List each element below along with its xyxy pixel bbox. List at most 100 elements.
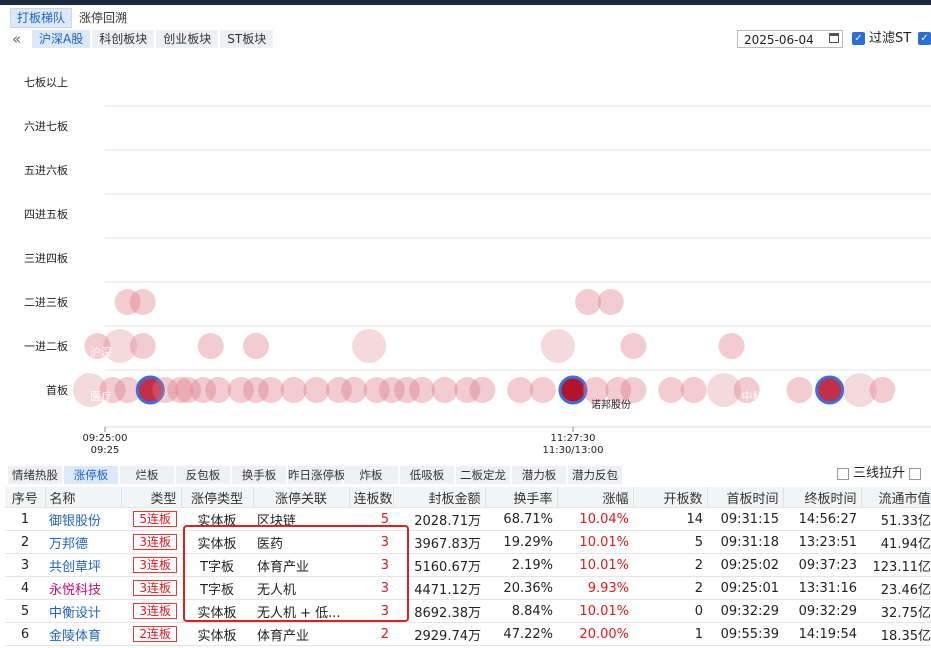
bubble-text: 色 bbox=[394, 353, 405, 367]
tab-yesterday[interactable]: 昨日涨停板 bbox=[288, 466, 346, 484]
bubble-text: 财 bbox=[753, 404, 764, 418]
calendar-icon[interactable] bbox=[829, 33, 839, 43]
row-board-count: 3 bbox=[349, 530, 393, 554]
row-change: 10.04% bbox=[557, 507, 633, 531]
row-relation: 体育产业 bbox=[253, 553, 349, 577]
date-input[interactable]: 2025-06-04 bbox=[737, 30, 843, 48]
bubble-text: 医疗 bbox=[90, 389, 112, 403]
row-first-time: 09:31:18 bbox=[707, 530, 783, 554]
three-line-checkbox[interactable] bbox=[837, 468, 849, 480]
top-strip bbox=[0, 0, 931, 5]
row-turnover: 19.29% bbox=[485, 530, 557, 554]
data-bubble bbox=[129, 333, 156, 359]
table-row[interactable]: 1 御银股份 5连板 实体板 区块链 5 2028.71万 68.71% 10.04% 14 09:… bbox=[5, 507, 931, 531]
board-badge: 3连板 bbox=[133, 603, 177, 619]
row-type: 3连板 bbox=[121, 576, 181, 600]
tab-gem[interactable]: 创业板块 bbox=[156, 30, 219, 48]
table-row[interactable]: 3 共创草坪 3连板 T字板 体育产业 3 5160.67万 2.19% 10.01% 2 09:2… bbox=[5, 553, 931, 577]
y-tick-label: 首板 bbox=[46, 383, 68, 397]
tab-reverse[interactable]: 反包板 bbox=[176, 466, 230, 484]
col-board-count-label: 连板数 bbox=[353, 491, 393, 507]
bubble-text: 沪深 bbox=[90, 345, 112, 359]
tab-hs-a[interactable]: 沪深A股 bbox=[32, 30, 91, 48]
data-bubble bbox=[597, 289, 624, 315]
tab-second-board[interactable]: 二板定龙 bbox=[456, 466, 510, 484]
row-name[interactable]: 万邦德 bbox=[45, 530, 121, 554]
col-last-time[interactable]: 终板时间 bbox=[783, 487, 862, 508]
col-amount[interactable]: 封板金额 bbox=[393, 487, 486, 508]
row-first-time: 09:32:29 bbox=[707, 599, 783, 623]
tab-low-buy[interactable]: 低吸板 bbox=[400, 466, 454, 484]
tab-st[interactable]: ST板块 bbox=[220, 30, 274, 48]
data-bubble-highlight bbox=[815, 375, 845, 405]
filter-st-checkbox[interactable]: ✓ bbox=[852, 32, 865, 45]
extra-checkbox-2[interactable] bbox=[909, 468, 921, 480]
extra-checkbox[interactable]: ✓ bbox=[918, 32, 931, 45]
tab-limit-up[interactable]: 涨停板 bbox=[64, 466, 118, 484]
row-float-cap: 18.35亿 bbox=[861, 622, 931, 646]
row-turnover: 68.71% bbox=[485, 507, 557, 531]
col-first-time[interactable]: 首板时间 bbox=[707, 487, 784, 508]
x-tick-label: 09:25 bbox=[91, 445, 120, 456]
row-turnover: 8.84% bbox=[485, 599, 557, 623]
col-relation[interactable]: 涨停关联 bbox=[253, 487, 350, 508]
row-relation: 医药 bbox=[253, 530, 349, 554]
col-index[interactable]: 序号 bbox=[5, 487, 46, 508]
collapse-left-icon[interactable]: « bbox=[12, 30, 21, 48]
board-badge: 2连板 bbox=[133, 626, 177, 642]
col-name[interactable]: 名称 bbox=[45, 487, 122, 508]
data-bubble bbox=[197, 333, 224, 359]
tab-turnover[interactable]: 换手板 bbox=[232, 466, 286, 484]
col-type[interactable]: 类型 bbox=[121, 487, 182, 508]
col-board-count[interactable]: 连板数↓ bbox=[349, 487, 394, 508]
table-row[interactable]: 4 永悦科技 3连板 T字板 无人机 3 4471.12万 20.36% 9.93% 2 09:25… bbox=[5, 576, 931, 600]
x-tick-label: 11:30/13:00 bbox=[542, 445, 603, 456]
tab-star[interactable]: 科创板块 bbox=[92, 30, 155, 48]
col-float-cap[interactable]: 流通市值 bbox=[861, 487, 931, 508]
tab-potential[interactable]: 潜力板 bbox=[512, 466, 566, 484]
row-name[interactable]: 共创草坪 bbox=[45, 553, 121, 577]
row-board-count: 3 bbox=[349, 576, 393, 600]
tab-blown[interactable]: 炸板 bbox=[344, 466, 398, 484]
table-row[interactable]: 5 中衡设计 3连板 实体板 无人机 + 低... 3 8692.38万 8.84% 10.01… bbox=[5, 599, 931, 623]
board-badge: 3连板 bbox=[133, 557, 177, 573]
row-index: 1 bbox=[5, 507, 45, 531]
row-turnover: 2.19% bbox=[485, 553, 557, 577]
table-row[interactable]: 6 金陵体育 2连板 实体板 体育产业 2 2929.74万 47.22% 20.00% 1 09:… bbox=[5, 622, 931, 646]
row-change: 10.01% bbox=[557, 553, 633, 577]
row-float-cap: 32.75亿 bbox=[861, 599, 931, 623]
data-bubble bbox=[575, 289, 602, 315]
tab-broken[interactable]: 烂板 bbox=[120, 466, 174, 484]
top-tabs: 打板梯队 涨停回溯 bbox=[10, 8, 134, 28]
col-turnover[interactable]: 换手率 bbox=[485, 487, 558, 508]
row-type: 3连板 bbox=[121, 553, 181, 577]
y-tick-label: 六进七板 bbox=[24, 119, 68, 133]
row-last-time: 09:37:23 bbox=[783, 553, 861, 577]
data-bubble bbox=[409, 377, 436, 403]
row-name[interactable]: 中衡设计 bbox=[45, 599, 121, 623]
row-amount: 4471.12万 bbox=[393, 576, 485, 600]
col-limit-type[interactable]: 涨停类型 bbox=[181, 487, 254, 508]
tab-limit-review[interactable]: 涨停回溯 bbox=[72, 8, 134, 28]
data-bubble bbox=[129, 289, 156, 315]
tab-potential-reverse[interactable]: 潜力反包 bbox=[568, 466, 622, 484]
col-change[interactable]: 涨幅 bbox=[557, 487, 634, 508]
row-name[interactable]: 御银股份 bbox=[45, 507, 121, 531]
row-change: 9.93% bbox=[557, 576, 633, 600]
row-relation: 体育产业 bbox=[253, 622, 349, 646]
row-open-count: 0 bbox=[633, 599, 707, 623]
data-bubble bbox=[658, 377, 685, 403]
data-bubble bbox=[242, 333, 269, 359]
col-open-count[interactable]: 开板数 bbox=[633, 487, 708, 508]
row-name[interactable]: 金陵体育 bbox=[45, 622, 121, 646]
market-tabs: 沪深A股 科创板块 创业板块 ST板块 bbox=[32, 30, 275, 48]
row-board-count: 3 bbox=[349, 553, 393, 577]
date-value: 2025-06-04 bbox=[744, 33, 814, 47]
tab-emotion-hot[interactable]: 情绪热股 bbox=[8, 466, 62, 484]
row-name[interactable]: 永悦科技 bbox=[45, 576, 121, 600]
row-last-time: 14:19:54 bbox=[783, 622, 861, 646]
board-badge: 3连板 bbox=[133, 534, 177, 550]
tab-ladder[interactable]: 打板梯队 bbox=[10, 8, 73, 28]
table-row[interactable]: 2 万邦德 3连板 实体板 医药 3 3967.83万 19.29% 10.01% 5 09:31:… bbox=[5, 530, 931, 554]
table-header: 序号 名称 类型 涨停类型 涨停关联 连板数↓ 封板金额 换手率 涨幅 开板数 … bbox=[5, 487, 931, 508]
